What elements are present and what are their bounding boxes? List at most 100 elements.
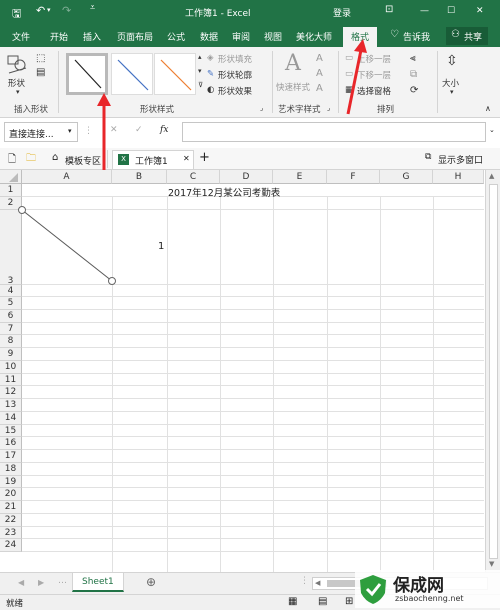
row-header[interactable]: 24 xyxy=(0,539,22,552)
new-file-icon[interactable]: 🗋 xyxy=(8,152,16,169)
row-header[interactable]: 21 xyxy=(0,501,22,514)
style-orange-line[interactable] xyxy=(154,53,196,95)
tab-file[interactable]: 文件 xyxy=(12,30,30,43)
worksheet-grid[interactable]: A B C D E F G H 1 2 3 4 5 6 7 8 9 10 11 … xyxy=(0,170,500,572)
minimize-button[interactable]: — xyxy=(420,6,429,16)
column-header[interactable]: F xyxy=(327,170,380,184)
next-sheet-icon[interactable]: ▶ xyxy=(38,578,44,587)
tab-home[interactable]: 开始 xyxy=(50,30,68,43)
shape-dropdown-icon[interactable]: ▾ xyxy=(16,88,20,96)
page-break-view-icon[interactable]: ⊞ xyxy=(345,596,353,607)
scroll-down-icon[interactable]: ▼ xyxy=(489,560,494,568)
shape-outline-button[interactable]: 形状轮廓 xyxy=(218,69,252,81)
tab-insert[interactable]: 插入 xyxy=(83,30,101,43)
page-layout-view-icon[interactable]: ▤ xyxy=(318,596,327,607)
edit-shape-icon[interactable]: ⬚ xyxy=(36,53,45,64)
expand-formula-icon[interactable]: ⌄ xyxy=(489,126,495,134)
tab-data[interactable]: 数据 xyxy=(200,30,218,43)
row-header[interactable]: 14 xyxy=(0,412,22,425)
row-header[interactable]: 19 xyxy=(0,476,22,488)
close-button[interactable]: ✕ xyxy=(476,6,484,16)
column-header[interactable]: D xyxy=(220,170,273,184)
outline-icon: ✎ xyxy=(207,69,215,79)
column-header[interactable]: A xyxy=(22,170,112,184)
new-tab-button[interactable]: + xyxy=(199,150,210,165)
row-header[interactable]: 12 xyxy=(0,386,22,399)
show-multi-window-button[interactable]: 显示多窗口 xyxy=(438,153,483,166)
column-header[interactable]: G xyxy=(380,170,433,184)
sheet-tab[interactable]: Sheet1 xyxy=(72,573,124,592)
column-header[interactable]: E xyxy=(273,170,327,184)
share-label: 共享 xyxy=(464,33,483,43)
row-header[interactable]: 10 xyxy=(0,361,22,374)
diagonal-line-shape[interactable] xyxy=(16,205,120,287)
undo-dropdown-icon[interactable]: ▾ xyxy=(47,6,51,14)
select-all-corner[interactable] xyxy=(0,170,22,184)
gallery-up-icon[interactable]: ▴ xyxy=(198,53,202,61)
row-header[interactable]: 15 xyxy=(0,425,22,437)
row-header[interactable]: 6 xyxy=(0,310,22,323)
style-black-line[interactable] xyxy=(66,53,108,95)
customize-qat-icon[interactable]: ⩡ xyxy=(90,3,95,13)
formula-input[interactable] xyxy=(182,122,486,142)
row-header[interactable]: 1 xyxy=(0,184,22,197)
share-button[interactable]: ⚇ 共享 xyxy=(446,27,488,45)
close-tab-icon[interactable]: ✕ xyxy=(183,154,190,163)
rotate-icon[interactable]: ⟳ xyxy=(410,85,418,96)
row-header[interactable]: 22 xyxy=(0,514,22,527)
open-folder-icon[interactable]: 🗀 xyxy=(26,151,36,168)
shape-effects-button[interactable]: 形状效果 xyxy=(218,85,252,97)
vertical-scrollbar[interactable]: ▲ ▼ xyxy=(485,170,500,572)
row-header[interactable]: 5 xyxy=(0,297,22,310)
tab-view[interactable]: 视图 xyxy=(264,30,282,43)
collapse-ribbon-icon[interactable]: ∧ xyxy=(485,104,491,113)
shape-gallery-icon[interactable] xyxy=(6,53,28,75)
ribbon-display-icon[interactable]: ⊡ xyxy=(385,4,393,15)
scroll-left-icon[interactable]: ◀ xyxy=(315,579,320,587)
row-header[interactable]: 13 xyxy=(0,399,22,412)
row-header[interactable]: 9 xyxy=(0,348,22,361)
row-header[interactable]: 23 xyxy=(0,527,22,539)
name-box-dropdown-icon[interactable]: ▾ xyxy=(68,127,72,135)
normal-view-icon[interactable]: ▦ xyxy=(288,596,297,607)
shape-handle[interactable] xyxy=(18,206,26,214)
scroll-thumb[interactable] xyxy=(489,184,498,559)
gallery-down-icon[interactable]: ▾ xyxy=(198,67,202,75)
row-header[interactable]: 8 xyxy=(0,335,22,348)
column-header[interactable]: H xyxy=(433,170,484,184)
undo-icon[interactable]: ↶ xyxy=(36,4,45,17)
quick-styles-button: 快速样式 xyxy=(276,83,311,93)
row-header[interactable]: 18 xyxy=(0,463,22,476)
name-box[interactable]: 直接连接... ▾ xyxy=(4,122,78,142)
row-header[interactable]: 17 xyxy=(0,450,22,463)
login-link[interactable]: 登录 xyxy=(333,6,351,19)
row-header[interactable]: 16 xyxy=(0,437,22,450)
column-header[interactable]: C xyxy=(167,170,220,184)
prev-sheet-icon[interactable]: ◀ xyxy=(18,578,24,587)
tab-page-layout[interactable]: 页面布局 xyxy=(117,30,153,43)
row-header[interactable]: 20 xyxy=(0,488,22,501)
workbook-tab[interactable]: X 工作簿1 ✕ xyxy=(112,150,194,169)
shape-styles-launcher-icon[interactable]: ⌟ xyxy=(260,104,263,112)
row-header[interactable]: 7 xyxy=(0,323,22,335)
save-icon[interactable]: 🖫 xyxy=(12,5,21,24)
tab-review[interactable]: 审阅 xyxy=(232,30,250,43)
maximize-button[interactable]: ☐ xyxy=(447,6,455,16)
textbox-icon[interactable]: ▤ xyxy=(36,67,45,78)
add-sheet-icon[interactable]: ⊕ xyxy=(146,575,156,589)
shape-handle[interactable] xyxy=(108,277,116,285)
insert-function-button[interactable]: fx xyxy=(160,125,168,135)
style-blue-line[interactable] xyxy=(111,53,153,95)
more-sheets-icon[interactable]: … xyxy=(58,576,67,586)
tell-me-input[interactable]: 告诉我 xyxy=(403,30,430,43)
gallery-more-icon[interactable]: ⊽ xyxy=(198,81,203,89)
tab-formulas[interactable]: 公式 xyxy=(167,30,185,43)
workbook-tab-label: 工作簿1 xyxy=(135,157,168,167)
tab-beautify-master[interactable]: 美化大师 xyxy=(296,30,332,43)
wordart-launcher-icon[interactable]: ⌟ xyxy=(327,104,330,112)
scroll-up-icon[interactable]: ▲ xyxy=(489,172,494,180)
align-icon[interactable]: ⫷ xyxy=(410,53,416,64)
column-header[interactable]: B xyxy=(112,170,167,184)
size-dropdown-icon[interactable]: ▾ xyxy=(450,88,454,96)
row-header[interactable]: 11 xyxy=(0,374,22,386)
